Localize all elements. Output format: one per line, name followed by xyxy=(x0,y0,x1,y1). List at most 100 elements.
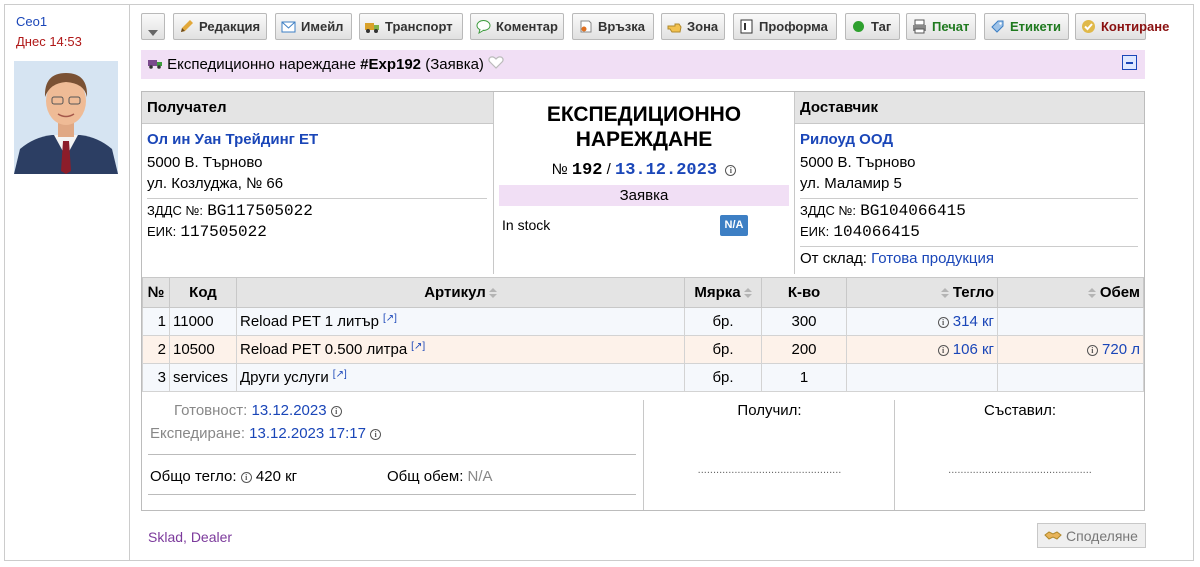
edit-button[interactable]: Редакция xyxy=(173,13,267,40)
edit-label: Редакция xyxy=(199,19,261,34)
signature-line: ........................................… xyxy=(697,464,842,476)
print-button[interactable]: Печат xyxy=(906,13,976,40)
store-link[interactable]: Готова продукция xyxy=(871,250,994,267)
store-label: От склад: xyxy=(800,250,867,267)
comment-button[interactable]: Коментар xyxy=(470,13,564,40)
heading-line-2: НАРЕЖДАНЕ xyxy=(575,128,713,151)
document-heading-block: ЕКСПЕДИЦИОННО НАРЕЖДАНЕ № 192 / 13.12.20… xyxy=(493,92,795,274)
col-volume[interactable]: Обем xyxy=(997,277,1144,308)
items-table: № Код Артикул Мярка К-во Тегло Обем 1 11… xyxy=(142,277,1144,392)
external-link-icon[interactable]: [↗] xyxy=(333,369,347,380)
document-number-row: № 192 / 13.12.2023 i xyxy=(494,161,794,180)
handshake-icon xyxy=(1044,528,1062,544)
print-label: Печат xyxy=(932,19,970,34)
tag-sklad[interactable]: Sklad xyxy=(148,529,183,545)
proforma-button[interactable]: Проформа xyxy=(733,13,837,40)
email-button[interactable]: Имейл xyxy=(275,13,352,40)
link-icon xyxy=(578,19,593,34)
supplier-store-row: От склад: Готова продукция xyxy=(800,250,994,267)
heart-icon[interactable] xyxy=(488,56,504,73)
comment-icon xyxy=(476,19,491,35)
link-button[interactable]: Връзка xyxy=(572,13,654,40)
sort-icon[interactable] xyxy=(488,287,497,299)
share-button[interactable]: Споделяне xyxy=(1037,523,1146,548)
row-volume xyxy=(997,363,1144,392)
info-icon[interactable]: i xyxy=(330,405,342,417)
stage-badge: Заявка xyxy=(499,185,789,206)
composed-label: Съставил: xyxy=(983,402,1057,419)
tag-dealer[interactable]: Dealer xyxy=(191,529,232,545)
heading-line-1: ЕКСПЕДИЦИОННО xyxy=(546,103,742,126)
table-header-row: № Код Артикул Мярка К-во Тегло Обем xyxy=(142,277,1144,308)
external-link-icon[interactable]: [↗] xyxy=(411,341,425,352)
signature-line: ........................................… xyxy=(948,464,1092,476)
eik-label: ЕИК: xyxy=(147,224,177,239)
col-unit[interactable]: Мярка xyxy=(684,277,762,308)
stock-status: In stock xyxy=(502,217,551,233)
title-code: #Exp192 xyxy=(360,56,422,73)
author-name[interactable]: Ceo1 xyxy=(16,14,47,29)
document-number: 192 xyxy=(571,161,603,180)
row-unit: бр. xyxy=(684,307,762,336)
zone-button[interactable]: Зона xyxy=(661,13,725,40)
col-article[interactable]: Артикул xyxy=(236,277,685,308)
hand-point-icon xyxy=(667,19,682,34)
info-icon[interactable]: i xyxy=(937,344,949,356)
ship-date: 13.12.2023 17:17 xyxy=(249,425,366,442)
recipient-name[interactable]: Ол ин Уан Трейдинг ЕТ xyxy=(147,131,318,148)
divider xyxy=(148,494,636,495)
info-icon[interactable]: i xyxy=(937,316,949,328)
total-weight: 420 кг xyxy=(255,468,298,485)
external-link-icon[interactable]: [↗] xyxy=(383,313,397,324)
composed-signature: Съставил: ..............................… xyxy=(894,400,1145,510)
row-num: 3 xyxy=(142,363,170,392)
ship-row: Експедиране: 13.12.2023 17:17 i xyxy=(150,425,382,442)
more-dropdown-button[interactable] xyxy=(141,13,165,40)
document-icon xyxy=(739,19,754,34)
supplier-vat-row: ЗДДС №: BG104066415 xyxy=(800,202,966,220)
title-status: (Заявка) xyxy=(425,56,484,73)
ready-date: 13.12.2023 xyxy=(251,402,327,419)
row-article: Други услуги [↗] xyxy=(236,363,685,392)
collapse-icon[interactable] xyxy=(1122,55,1137,70)
chevron-down-icon xyxy=(148,24,158,36)
posting-button[interactable]: Контиране xyxy=(1075,13,1169,40)
tag-separator: , xyxy=(183,529,187,545)
transport-button[interactable]: Транспорт xyxy=(359,13,463,40)
number-prefix: № xyxy=(551,161,568,178)
labels-button[interactable]: Етикети xyxy=(984,13,1069,40)
printer-icon xyxy=(912,19,927,34)
recipient-eik-row: ЕИК: 117505022 xyxy=(147,223,267,241)
received-signature: Получил: ...............................… xyxy=(643,400,895,510)
post-time: Днес 14:53 xyxy=(16,34,82,49)
email-icon xyxy=(281,19,296,34)
row-article: Reload PET 1 литър [↗] xyxy=(236,307,685,336)
total-volume: N/A xyxy=(467,468,493,485)
number-separator: / xyxy=(606,161,611,178)
total-volume-row: Общ обем: N/A xyxy=(387,468,493,485)
info-icon[interactable]: i xyxy=(240,471,252,483)
info-icon[interactable]: i xyxy=(370,428,382,440)
stock-badge: N/A xyxy=(720,215,748,236)
sort-icon[interactable] xyxy=(940,287,949,299)
supplier-name[interactable]: Рилоуд ООД xyxy=(800,131,893,148)
row-weight xyxy=(846,363,998,392)
document-footer: Готовност: 13.12.2023 i Експедиране: 13.… xyxy=(142,392,1144,510)
row-code: 11000 xyxy=(169,307,237,336)
document-title-bar: Експедиционно нареждане #Exp192 (Заявка) xyxy=(141,50,1145,79)
document-body: Получател Ол ин Уан Трейдинг ЕТ 5000 В. … xyxy=(141,91,1145,511)
row-qty: 200 xyxy=(761,335,847,364)
info-icon[interactable]: i xyxy=(1086,344,1098,356)
info-icon[interactable]: i xyxy=(725,164,737,176)
sort-icon[interactable] xyxy=(1087,287,1096,299)
row-article: Reload PET 0.500 литра [↗] xyxy=(236,335,685,364)
col-code: Код xyxy=(169,277,237,308)
row-unit: бр. xyxy=(684,335,762,364)
posting-label: Контиране xyxy=(1101,19,1170,34)
comment-label: Коментар xyxy=(496,19,558,34)
sort-icon[interactable] xyxy=(743,287,752,299)
author-column: Ceo1 Днес 14:53 xyxy=(4,4,130,561)
proforma-label: Проформа xyxy=(759,19,828,34)
col-weight[interactable]: Тегло xyxy=(846,277,998,308)
tag-button[interactable]: Таг xyxy=(845,13,900,40)
